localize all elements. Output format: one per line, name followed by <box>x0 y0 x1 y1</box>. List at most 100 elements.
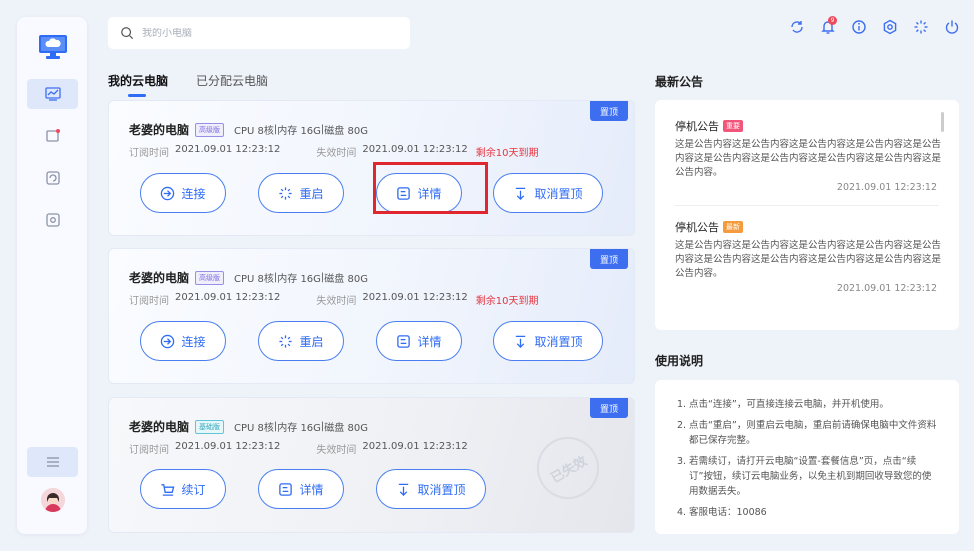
nav-monitor-icon[interactable] <box>27 79 78 109</box>
restart-icon <box>279 334 293 348</box>
unpin-label: 取消置顶 <box>417 482 466 497</box>
announcements-panel: 停机公告 重要 这是公告内容这是公告内容这是公告内容这是公告内容这是公告内容这是… <box>655 100 959 330</box>
unpin-arrow-down-icon <box>399 483 409 496</box>
connect-label: 连接 <box>181 186 206 201</box>
connect-button[interactable]: 连接 <box>140 173 226 213</box>
important-tag: 重要 <box>723 120 743 132</box>
subscribe-label: 订阅时间 <box>129 445 169 456</box>
details-icon <box>279 482 293 496</box>
pin-badge: 置顶 <box>590 101 628 121</box>
search-input[interactable] <box>142 27 382 39</box>
spec-cpu: CPU 8核 <box>234 126 274 137</box>
details-icon <box>397 334 411 348</box>
unpin-button[interactable]: 取消置顶 <box>376 469 486 509</box>
announcement-title: 停机公告 <box>675 120 719 133</box>
expire-time: 2021.09.01 12:23:12 <box>362 292 468 303</box>
restart-button[interactable]: 重启 <box>258 321 344 361</box>
connect-label: 连接 <box>181 334 206 349</box>
announcement-item[interactable]: 停机公告 重要 这是公告内容这是公告内容这是公告内容这是公告内容这是公告内容这是… <box>675 118 941 193</box>
announcement-title: 停机公告 <box>675 221 719 234</box>
search-icon <box>121 27 134 40</box>
remaining-days: 剩余10天到期 <box>475 296 539 307</box>
announcement-time: 2021.09.01 12:23:12 <box>836 182 937 193</box>
subscribe-time: 2021.09.01 12:23:12 <box>175 292 281 303</box>
renew-button[interactable]: 续订 <box>140 469 226 509</box>
refresh-icon[interactable] <box>787 17 807 37</box>
guide-item: 4. 客服电话：10086 <box>677 507 767 518</box>
nav-refresh-icon[interactable] <box>27 163 78 193</box>
connect-icon <box>161 186 175 200</box>
announcements-title: 最新公告 <box>655 75 704 89</box>
nav-notification-icon[interactable] <box>27 121 78 151</box>
search-bar[interactable] <box>108 17 410 49</box>
details-label: 详情 <box>417 334 442 349</box>
top-toolbar: 9 <box>787 16 962 37</box>
restart-button[interactable]: 重启 <box>258 173 344 213</box>
renew-label: 续订 <box>181 482 206 497</box>
subscribe-time: 2021.09.01 12:23:12 <box>175 144 281 155</box>
subscribe-time: 2021.09.01 12:23:12 <box>175 441 281 452</box>
expire-label: 失效时间 <box>316 445 357 456</box>
spec-disk: 磁盘 80G <box>324 126 368 137</box>
loading-icon[interactable] <box>911 17 931 37</box>
announcement-time: 2021.09.01 12:23:12 <box>836 283 937 294</box>
guide-panel: 1. 点击“连接”，可直接连接云电脑，并开机使用。 2. 点击“重启”，则重启云电脑… <box>655 380 959 534</box>
tier-badge: 高级版 <box>195 270 225 285</box>
highlight-box <box>373 162 488 214</box>
cloud-pc-card: 置顶 老婆的电脑 高级版 CPU 8核 | 内存 16G | 磁盘 80G 订阅时间… <box>108 248 635 384</box>
tab-assigned-cloud-pc[interactable]: 已分配云电脑 <box>196 72 268 97</box>
power-icon[interactable] <box>942 17 962 37</box>
tier-badge: 基础版 <box>195 419 225 434</box>
unpin-button[interactable]: 取消置顶 <box>493 173 603 213</box>
bell-icon[interactable]: 9 <box>818 16 838 37</box>
nav-settings-icon[interactable] <box>27 205 78 235</box>
announcement-body: 这是公告内容这是公告内容这是公告内容这是公告内容这是公告内容这是公告内容这是公告… <box>675 240 942 279</box>
guide-item: 2. 点击“重启”，则重启云电脑，重启前请确保电脑中文件资料都已保存完整。 <box>677 420 937 446</box>
cloud-computer-logo-icon <box>38 34 68 60</box>
spec-disk: 磁盘 80G <box>324 423 368 434</box>
announcement-item[interactable]: 停机公告 最新 这是公告内容这是公告内容这是公告内容这是公告内容这是公告内容这是… <box>675 205 941 294</box>
settings-icon[interactable] <box>880 17 900 37</box>
sidebar <box>17 17 87 534</box>
unpin-button[interactable]: 取消置顶 <box>493 321 603 361</box>
unpin-arrow-down-icon <box>516 335 526 348</box>
scrollbar[interactable] <box>941 112 944 132</box>
cloud-pc-card-expired: 置顶 老婆的电脑 基础版 CPU 8核 | 内存 16G | 磁盘 80G 订阅时间… <box>108 397 635 533</box>
avatar[interactable] <box>41 488 65 512</box>
subscribe-label: 订阅时间 <box>129 148 169 159</box>
info-icon[interactable] <box>849 17 869 37</box>
notification-count-badge: 9 <box>828 16 837 25</box>
pin-badge: 置顶 <box>590 249 628 269</box>
cart-icon <box>161 483 175 496</box>
expire-time: 2021.09.01 12:23:12 <box>362 441 468 452</box>
spec-mem: 内存 16G <box>277 423 321 434</box>
subscribe-label: 订阅时间 <box>129 296 169 307</box>
tier-badge: 高级版 <box>195 122 225 137</box>
details-label: 详情 <box>299 482 324 497</box>
unpin-arrow-down-icon <box>516 187 526 200</box>
spec-cpu: CPU 8核 <box>234 274 274 285</box>
details-button[interactable]: 详情 <box>258 469 344 509</box>
guide-item: 1. 点击“连接”，可直接连接云电脑，并开机使用。 <box>677 399 889 410</box>
cloud-pc-card: 置顶 老婆的电脑 高级版 CPU 8核 | 内存 16G | 磁盘 80G 订阅时间… <box>108 100 635 236</box>
remaining-days: 剩余10天到期 <box>475 148 539 159</box>
connect-button[interactable]: 连接 <box>140 321 226 361</box>
expire-label: 失效时间 <box>316 296 357 307</box>
expired-stamp: 已失效 <box>525 425 611 511</box>
pin-badge: 置顶 <box>590 398 628 418</box>
expire-time: 2021.09.01 12:23:12 <box>362 144 468 155</box>
tab-my-cloud-pc[interactable]: 我的云电脑 <box>108 72 168 97</box>
latest-tag: 最新 <box>723 221 743 233</box>
pc-name: 老婆的电脑 <box>129 123 190 137</box>
spec-cpu: CPU 8核 <box>234 423 274 434</box>
restart-label: 重启 <box>299 334 324 349</box>
details-button[interactable]: 详情 <box>376 321 462 361</box>
announcement-body: 这是公告内容这是公告内容这是公告内容这是公告内容这是公告内容这是公告内容这是公告… <box>675 139 942 178</box>
expire-label: 失效时间 <box>316 148 357 159</box>
unpin-label: 取消置顶 <box>534 186 583 201</box>
spec-disk: 磁盘 80G <box>324 274 368 285</box>
spec-mem: 内存 16G <box>277 274 321 285</box>
menu-icon[interactable] <box>27 447 78 477</box>
spec-mem: 内存 16G <box>277 126 321 137</box>
guide-title: 使用说明 <box>655 354 704 368</box>
